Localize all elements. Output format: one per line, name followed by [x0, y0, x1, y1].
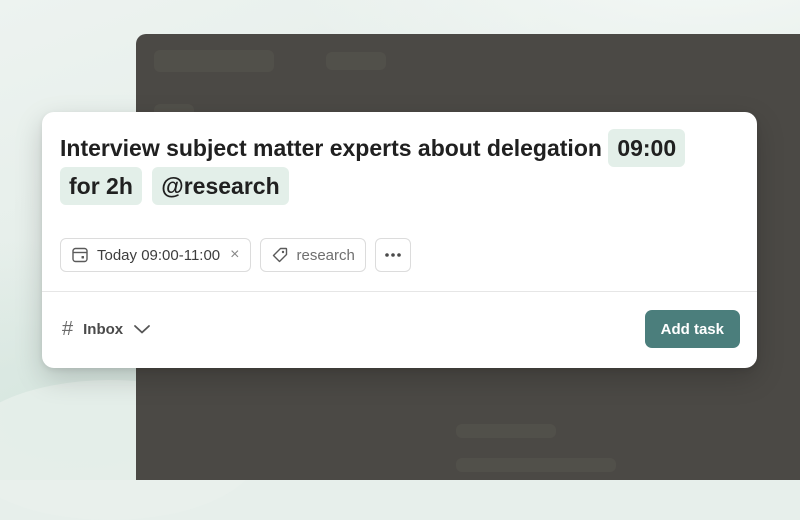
label-token[interactable]: @research	[152, 167, 289, 205]
hash-icon: #	[62, 317, 74, 340]
quick-add-dialog: Interview subject matter experts about d…	[42, 112, 757, 368]
task-name-input[interactable]: Interview subject matter experts about d…	[60, 129, 750, 205]
project-label: Inbox	[83, 320, 124, 338]
due-date-label: Today 09:00-11:00	[97, 246, 221, 264]
task-attribute-chips: Today 09:00-11:00 × research	[60, 238, 411, 272]
blurred-content	[456, 424, 556, 438]
tag-icon	[272, 247, 287, 263]
chevron-down-icon	[134, 325, 151, 334]
more-icon	[385, 253, 401, 257]
project-selector[interactable]: # Inbox	[62, 318, 151, 341]
due-date-chip[interactable]: Today 09:00-11:00 ×	[60, 238, 251, 272]
blurred-toolbar	[326, 52, 386, 70]
duration-token[interactable]: for 2h	[60, 167, 142, 205]
more-options-button[interactable]	[374, 238, 411, 272]
calendar-icon	[72, 247, 88, 263]
close-icon[interactable]: ×	[230, 246, 239, 264]
task-text: Interview subject matter experts about d…	[60, 135, 602, 161]
blurred-header	[154, 50, 274, 72]
footer-divider	[42, 291, 757, 292]
blurred-content-row	[456, 458, 616, 472]
add-task-button[interactable]: Add task	[644, 310, 740, 348]
label-chip-text: research	[296, 246, 355, 264]
time-token[interactable]: 09:00	[608, 129, 686, 167]
label-chip[interactable]: research	[259, 238, 366, 272]
dialog-footer: # Inbox Add task	[62, 310, 740, 348]
